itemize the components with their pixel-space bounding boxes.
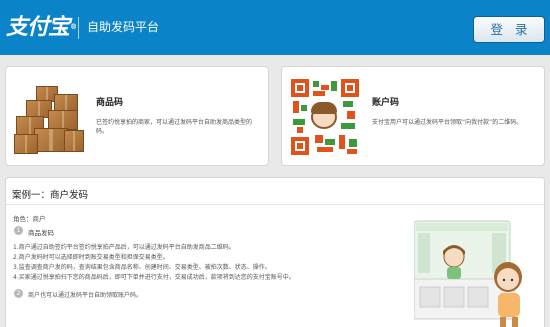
step-2-label: 商户也可以通过发码平台自助领取账户码。 xyxy=(28,292,143,299)
step-1-number-badge: 1 xyxy=(14,226,23,235)
step-1-line-2: 2.商户发码时可以选择即时到账交易类型和担保交易类型。 xyxy=(13,254,169,261)
product-code-title: 商品码 xyxy=(96,98,124,108)
login-button[interactable]: 登 录 xyxy=(473,16,545,43)
product-code-card[interactable]: 商品码 已签约悦享拍的商家，可以通过发码平台自助发商品类型的码。 xyxy=(5,66,269,166)
step-2-number-badge: 2 xyxy=(14,289,23,298)
account-code-description: 支付宝用户可以通过发码平台领取“向我付款”的二维码。 xyxy=(372,119,523,126)
step-1-line-3: 3.监查调查商户发的码，查询结果包含商品名称、创建时间、交易类型、被拍次数、状态… xyxy=(13,264,271,271)
case-section: 案例一：商户发码 角色：商户 1 商品发码 1.商户通过自助签约平台签约悦享拍产… xyxy=(5,177,545,327)
header-divider xyxy=(78,17,79,39)
avatar-face-icon xyxy=(311,102,337,129)
logo-registered-mark: ® xyxy=(70,22,77,31)
boxes-illustration xyxy=(14,80,86,158)
product-code-description: 已签约悦享拍的商家，可以通过发码平台自助发商品类型的码。 xyxy=(96,119,253,135)
case-title: 案例一：商户发码 xyxy=(12,190,89,201)
step-1-line-4: 4.买家通过悦享拍扫下您的商品码后，即可下单并进行支付，交易成功后，款项将到达您… xyxy=(13,274,295,281)
case-divider xyxy=(6,204,544,205)
qr-code-illustration xyxy=(291,79,359,155)
alipay-logo[interactable]: 支付宝® xyxy=(6,14,77,40)
account-code-card[interactable]: 账户码 支付宝用户可以通过发码平台领取“向我付款”的二维码。 xyxy=(281,66,545,166)
step-1-line-1: 1.商户通过自助签约平台签约悦享拍产品后，可以通过发码平台自助发商品二维码。 xyxy=(13,244,235,251)
account-code-title: 账户码 xyxy=(372,98,400,108)
logo-text: 支付宝 xyxy=(6,14,70,40)
case-role: 角色：商户 xyxy=(13,215,46,223)
step-1-label: 商品发码 xyxy=(28,229,54,237)
platform-name: 自助发码平台 xyxy=(87,20,160,34)
top-header: 支付宝® 自助发码平台 登 录 xyxy=(0,0,550,55)
shop-counter-illustration xyxy=(414,220,522,327)
